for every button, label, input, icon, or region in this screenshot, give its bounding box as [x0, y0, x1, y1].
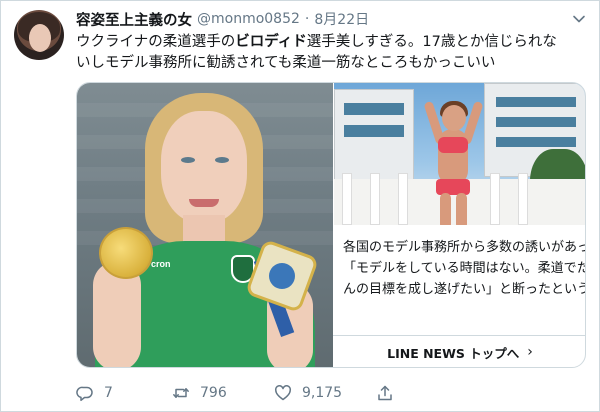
- reply-count: 7: [104, 385, 113, 401]
- link-card[interactable]: cron 各国のモデル事務所から多数の誘いがあった 「モデルをしている時間はない…: [76, 82, 586, 368]
- model-head: [442, 105, 466, 131]
- building-window: [344, 103, 404, 115]
- card-description-line: 各国のモデル事務所から多数の誘いがあった: [343, 240, 586, 255]
- tweet-text-part: 選手美しすぎる。17歳とか信じられな: [306, 34, 557, 50]
- share-icon: [378, 385, 392, 401]
- avatar-face: [29, 24, 51, 52]
- second-medal-center: [269, 263, 295, 289]
- model-leg: [440, 193, 451, 225]
- chevron-right-icon: ›: [527, 344, 533, 360]
- fence-post: [398, 173, 408, 225]
- author-display-name[interactable]: 容姿至上主義の女: [76, 9, 192, 30]
- card-description-line: んの目標を成し遂げたい」と断ったという。: [343, 282, 586, 297]
- avatar[interactable]: [14, 10, 64, 60]
- reply-icon: [76, 386, 93, 402]
- building-window: [496, 137, 576, 147]
- tweet-header: 容姿至上主義の女 @monmo0852 · 8月22日: [76, 8, 369, 30]
- retweet-button[interactable]: 796: [172, 380, 227, 406]
- tweet-actions: 7 796 9,175: [76, 380, 406, 406]
- like-count: 9,175: [302, 385, 343, 401]
- reply-button[interactable]: 7: [76, 380, 113, 406]
- gold-medal: [99, 227, 153, 279]
- chevron-down-icon[interactable]: [572, 12, 586, 26]
- athlete-eye: [215, 157, 229, 163]
- tweet-date[interactable]: 8月22日: [314, 9, 369, 29]
- fence-post: [370, 173, 380, 225]
- model-leg: [456, 193, 467, 225]
- like-button[interactable]: 9,175: [274, 380, 342, 406]
- card-photo-secondary: [333, 83, 585, 225]
- tweet-text-line-2: いしモデル事務所に勧誘されても柔道一筋なところもかっこいい: [76, 55, 496, 71]
- fence-post: [342, 173, 352, 225]
- tweet-text: ウクライナの柔道選手のビロディド選手美しすぎる。17歳とか信じられな いしモデル…: [76, 32, 588, 74]
- fence-post: [518, 173, 528, 225]
- tweet-text-line-1: ウクライナの柔道選手のビロディド選手美しすぎる。17歳とか信じられな: [76, 32, 588, 53]
- retweet-icon: [173, 388, 189, 398]
- share-button[interactable]: [376, 380, 404, 406]
- building-window: [496, 117, 576, 127]
- fence-post: [490, 173, 500, 225]
- building-window: [344, 125, 404, 137]
- card-photo-main: cron: [77, 83, 333, 367]
- building-window: [496, 97, 576, 107]
- author-handle[interactable]: @monmo0852: [197, 11, 300, 27]
- heart-icon: [274, 385, 292, 401]
- separator-dot: ·: [304, 11, 310, 27]
- shirt-sponsor-text: cron: [151, 259, 171, 269]
- tweet-text-bold: ビロディド: [235, 34, 307, 50]
- card-description-line: 「モデルをしている時間はない。柔道でたく: [343, 261, 586, 276]
- model-top: [438, 137, 468, 153]
- card-description: 各国のモデル事務所から多数の誘いがあった 「モデルをしている時間はない。柔道でた…: [343, 237, 586, 300]
- card-link-label: LINE NEWS トップへ: [387, 345, 520, 361]
- tweet-text-part: ウクライナの柔道選手の: [76, 34, 236, 50]
- athlete-eye: [181, 157, 195, 163]
- model-shorts: [436, 179, 470, 195]
- retweet-count: 796: [200, 385, 227, 401]
- athlete-mouth: [189, 199, 219, 207]
- card-link-button[interactable]: LINE NEWS トップへ ›: [333, 335, 585, 367]
